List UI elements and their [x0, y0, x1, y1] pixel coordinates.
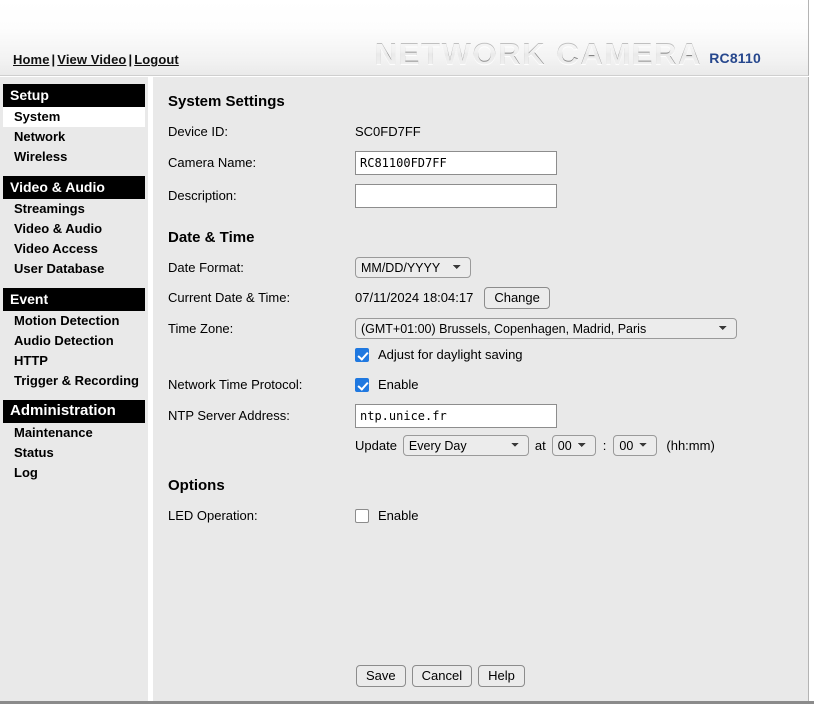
model-number: RC8110 — [709, 50, 761, 66]
page-title: System Settings — [168, 93, 285, 110]
row-camera-name: Camera Name: — [168, 151, 808, 175]
row-ntp-server: NTP Server Address: — [168, 404, 808, 428]
sidebar-item-log[interactable]: Log — [3, 463, 145, 483]
description-label: Description: — [168, 188, 237, 203]
sidebar-item-system[interactable]: System — [3, 107, 145, 127]
sidebar-item-streamings[interactable]: Streamings — [3, 199, 145, 219]
ntp-label: Network Time Protocol: — [168, 376, 303, 392]
led-enable-checkbox[interactable]: Enable — [355, 508, 418, 524]
current-datetime-value: 07/11/2024 18:04:17 — [355, 290, 474, 305]
sidebar-item-motion-detection[interactable]: Motion Detection — [3, 311, 145, 331]
row-description: Description: — [168, 184, 808, 208]
sidebar-section-setup: Setup — [3, 84, 145, 107]
sidebar-section-event: Event — [3, 288, 145, 311]
update-frequency-select[interactable]: Every Day — [402, 435, 529, 456]
daylight-saving-checkbox[interactable]: Adjust for daylight saving — [355, 347, 523, 363]
ntp-server-label: NTP Server Address: — [168, 408, 290, 423]
row-ntp-enable: Network Time Protocol: Enable — [168, 374, 808, 395]
update-hour-select[interactable]: 00 — [551, 435, 596, 456]
sidebar-item-trigger-recording[interactable]: Trigger & Recording — [3, 371, 145, 391]
hhmm-hint: (hh:mm) — [666, 438, 715, 453]
page-body: Setup System Network Wireless Video & Au… — [0, 77, 809, 701]
at-label: at — [534, 438, 546, 453]
sidebar-section-administration: Administration — [3, 400, 145, 423]
sidebar-item-maintenance[interactable]: Maintenance — [3, 423, 145, 443]
device-id-value: SC0FD7FF — [355, 123, 421, 139]
checkbox-checked-icon — [355, 377, 369, 392]
date-format-select[interactable]: MM/DD/YYYY — [355, 257, 471, 278]
save-button[interactable]: Save — [356, 665, 406, 687]
update-label: Update — [355, 438, 397, 453]
logout-link[interactable]: Logout — [134, 52, 179, 67]
bottom-rule — [0, 701, 814, 704]
camera-name-input[interactable] — [355, 151, 557, 175]
brand-title: NETWORK CAMERA — [374, 36, 702, 71]
sidebar-item-status[interactable]: Status — [3, 443, 145, 463]
led-operation-label: LED Operation: — [168, 507, 258, 523]
sidebar-item-http[interactable]: HTTP — [3, 351, 145, 371]
sidebar-nav: Setup System Network Wireless Video & Au… — [0, 77, 148, 701]
home-link[interactable]: Home — [13, 52, 50, 67]
row-date-format: Date Format: MM/DD/YYYY — [168, 257, 808, 278]
time-zone-label: Time Zone: — [168, 320, 234, 336]
device-id-label: Device ID: — [168, 123, 228, 139]
sidebar-item-video-audio[interactable]: Video & Audio — [3, 219, 145, 239]
view-video-link[interactable]: View Video — [57, 52, 126, 67]
date-time-title: Date & Time — [168, 229, 255, 246]
row-device-id: Device ID: SC0FD7FF — [168, 121, 808, 142]
top-nav-links: Home | View Video | Logout — [13, 52, 179, 67]
row-current-datetime: Current Date & Time: 07/11/2024 18:04:17… — [168, 287, 808, 309]
sidebar-item-wireless[interactable]: Wireless — [3, 147, 145, 167]
options-title: Options — [168, 477, 225, 494]
ntp-enable-label: Enable — [378, 376, 419, 392]
update-minute-select[interactable]: 00 — [613, 435, 658, 456]
checkbox-checked-icon — [355, 347, 369, 362]
page-header: Home|View Video|Logout NETWORK CAMERA NE… — [0, 0, 809, 76]
camera-name-label: Camera Name: — [168, 155, 257, 170]
row-daylight-saving: Adjust for daylight saving — [355, 344, 808, 365]
ntp-enable-checkbox[interactable]: Enable — [355, 377, 418, 393]
description-input[interactable] — [355, 184, 557, 208]
sidebar-item-network[interactable]: Network — [3, 127, 145, 147]
current-datetime-label: Current Date & Time: — [168, 290, 291, 305]
daylight-saving-label: Adjust for daylight saving — [378, 346, 523, 362]
camera-admin-page: Home|View Video|Logout NETWORK CAMERA NE… — [0, 0, 814, 706]
sidebar-item-video-access[interactable]: Video Access — [3, 239, 145, 259]
ntp-server-input[interactable] — [355, 404, 557, 428]
row-time-zone: Time Zone: (GMT+01:00) Brussels, Copenha… — [168, 318, 808, 339]
sidebar-item-audio-detection[interactable]: Audio Detection — [3, 331, 145, 351]
main-content: System Settings Device ID: SC0FD7FF Came… — [153, 77, 808, 701]
sidebar-item-user-database[interactable]: User Database — [3, 259, 145, 279]
change-datetime-button[interactable]: Change — [484, 287, 550, 309]
row-led-operation: LED Operation: Enable — [168, 505, 808, 526]
sidebar-section-video-audio: Video & Audio — [3, 176, 145, 199]
checkbox-unchecked-icon — [355, 508, 369, 523]
time-colon: : — [602, 438, 607, 453]
date-format-label: Date Format: — [168, 259, 244, 275]
led-enable-label: Enable — [378, 507, 419, 523]
cancel-button[interactable]: Cancel — [411, 665, 473, 687]
form-action-buttons: Save Cancel Help — [356, 665, 525, 687]
row-ntp-update-schedule: Update Every Day at 00 : 00 (hh:mm) — [355, 435, 808, 456]
help-button[interactable]: Help — [478, 665, 525, 687]
time-zone-select[interactable]: (GMT+01:00) Brussels, Copenhagen, Madrid… — [355, 318, 737, 339]
